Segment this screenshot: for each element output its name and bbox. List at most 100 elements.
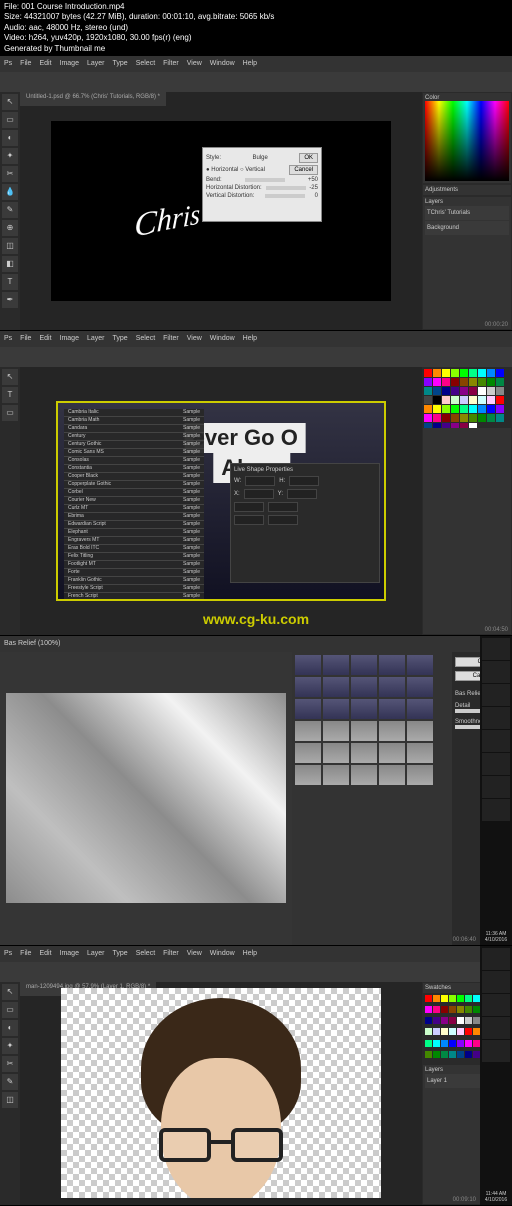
menu-file[interactable]: File (20, 335, 31, 342)
font-option[interactable]: French ScriptSample (64, 593, 204, 599)
menu-type[interactable]: Type (113, 335, 128, 342)
font-option[interactable]: ForteSample (64, 569, 204, 577)
swatch[interactable] (465, 1006, 472, 1013)
swatch[interactable] (442, 396, 450, 404)
marquee-tool[interactable]: ▭ (2, 1002, 18, 1018)
move-tool[interactable]: ↖ (2, 369, 18, 385)
swatch[interactable] (433, 1051, 440, 1058)
filter-thumbnail[interactable] (323, 677, 349, 697)
menu-filter[interactable]: Filter (163, 335, 179, 342)
font-option[interactable]: ConstantiaSample (64, 465, 204, 473)
font-option[interactable]: Century GothicSample (64, 441, 204, 449)
swatch[interactable] (487, 396, 495, 404)
menu-image[interactable]: Image (60, 950, 79, 957)
swatch[interactable] (473, 1040, 480, 1047)
filter-thumbnail[interactable] (379, 699, 405, 719)
filter-thumbnail[interactable] (295, 699, 321, 719)
swatch[interactable] (487, 405, 495, 413)
swatch[interactable] (478, 369, 486, 377)
swatch[interactable] (473, 1017, 480, 1024)
swatch[interactable] (469, 387, 477, 395)
horizontal-radio[interactable]: Horizontal (211, 167, 238, 173)
menu-filter[interactable]: Filter (163, 950, 179, 957)
taskbar-icon[interactable] (482, 776, 510, 798)
vertical-radio[interactable]: Vertical (245, 167, 265, 173)
font-option[interactable]: Felix TitlingSample (64, 553, 204, 561)
font-option[interactable]: Cambria ItalicSample (64, 409, 204, 417)
menu-select[interactable]: Select (136, 950, 155, 957)
swatch[interactable] (487, 414, 495, 422)
filter-thumbnail[interactable] (351, 743, 377, 763)
menu-layer[interactable]: Layer (87, 950, 105, 957)
bend-slider[interactable] (245, 178, 285, 182)
font-option[interactable]: Eras Bold ITCSample (64, 545, 204, 553)
eraser-tool[interactable]: ◫ (2, 1092, 18, 1108)
swatch[interactable] (460, 405, 468, 413)
swatch[interactable] (460, 369, 468, 377)
menu-file[interactable]: File (20, 60, 31, 67)
swatch[interactable] (457, 1028, 464, 1035)
swatch[interactable] (496, 378, 504, 386)
filter-thumbnail[interactable] (407, 721, 433, 741)
swatch[interactable] (441, 1028, 448, 1035)
swatch[interactable] (424, 396, 432, 404)
filter-thumbnail[interactable] (295, 677, 321, 697)
swatch[interactable] (449, 1051, 456, 1058)
font-option[interactable]: Copperplate GothicSample (64, 481, 204, 489)
hdist-slider[interactable] (266, 186, 306, 190)
text-tool[interactable]: T (2, 387, 18, 403)
swatch[interactable] (457, 1051, 464, 1058)
swatch[interactable] (425, 1040, 432, 1047)
menu-select[interactable]: Select (136, 60, 155, 67)
font-option[interactable]: Franklin GothicSample (64, 577, 204, 585)
menu-edit[interactable]: Edit (39, 335, 51, 342)
font-dropdown[interactable]: Cambria ItalicSampleCambria MathSampleCa… (64, 409, 204, 599)
swatch[interactable] (433, 1028, 440, 1035)
swatch[interactable] (441, 1051, 448, 1058)
vdist-value[interactable]: 0 (315, 193, 318, 199)
brush-tool[interactable]: ✎ (2, 202, 18, 218)
swatch[interactable] (469, 378, 477, 386)
swatch[interactable] (425, 1051, 432, 1058)
swatch[interactable] (457, 1017, 464, 1024)
crop-tool[interactable]: ✂ (2, 166, 18, 182)
move-tool[interactable]: ↖ (2, 94, 18, 110)
filter-thumbnail[interactable] (407, 655, 433, 675)
swatch[interactable] (478, 378, 486, 386)
document-tab[interactable]: Untitled-1.psd @ 66.7% (Chris' Tutorials… (20, 92, 166, 106)
wand-tool[interactable]: ✦ (2, 1038, 18, 1054)
style-dropdown[interactable]: Bulge (252, 155, 267, 161)
swatch[interactable] (460, 396, 468, 404)
menu-view[interactable]: View (187, 335, 202, 342)
corner-input[interactable] (234, 515, 264, 525)
swatch[interactable] (460, 378, 468, 386)
menu-window[interactable]: Window (210, 950, 235, 957)
swatch[interactable] (433, 369, 441, 377)
filter-thumbnail[interactable] (351, 721, 377, 741)
swatch[interactable] (465, 1051, 472, 1058)
wand-tool[interactable]: ✦ (2, 148, 18, 164)
lasso-tool[interactable]: ◐ (2, 130, 18, 146)
taskbar-icon[interactable] (482, 730, 510, 752)
menu-type[interactable]: Type (113, 950, 128, 957)
filter-thumbnail[interactable] (323, 655, 349, 675)
swatch[interactable] (460, 414, 468, 422)
menu-window[interactable]: Window (210, 335, 235, 342)
swatch[interactable] (473, 1051, 480, 1058)
menu-help[interactable]: Help (243, 335, 257, 342)
menu-help[interactable]: Help (243, 60, 257, 67)
swatch[interactable] (460, 387, 468, 395)
pen-tool[interactable]: ✒ (2, 292, 18, 308)
swatch[interactable] (442, 414, 450, 422)
swatch[interactable] (465, 1017, 472, 1024)
swatch[interactable] (433, 1017, 440, 1024)
corner-input[interactable] (268, 502, 298, 512)
swatch[interactable] (442, 378, 450, 386)
font-option[interactable]: Cooper BlackSample (64, 473, 204, 481)
canvas[interactable]: ever Go O Alone Cambria ItalicSampleCamb… (56, 401, 386, 601)
swatch[interactable] (433, 1006, 440, 1013)
swatch[interactable] (449, 1040, 456, 1047)
taskbar-icon[interactable] (482, 799, 510, 821)
height-input[interactable] (289, 476, 319, 486)
brush-tool[interactable]: ✎ (2, 1074, 18, 1090)
